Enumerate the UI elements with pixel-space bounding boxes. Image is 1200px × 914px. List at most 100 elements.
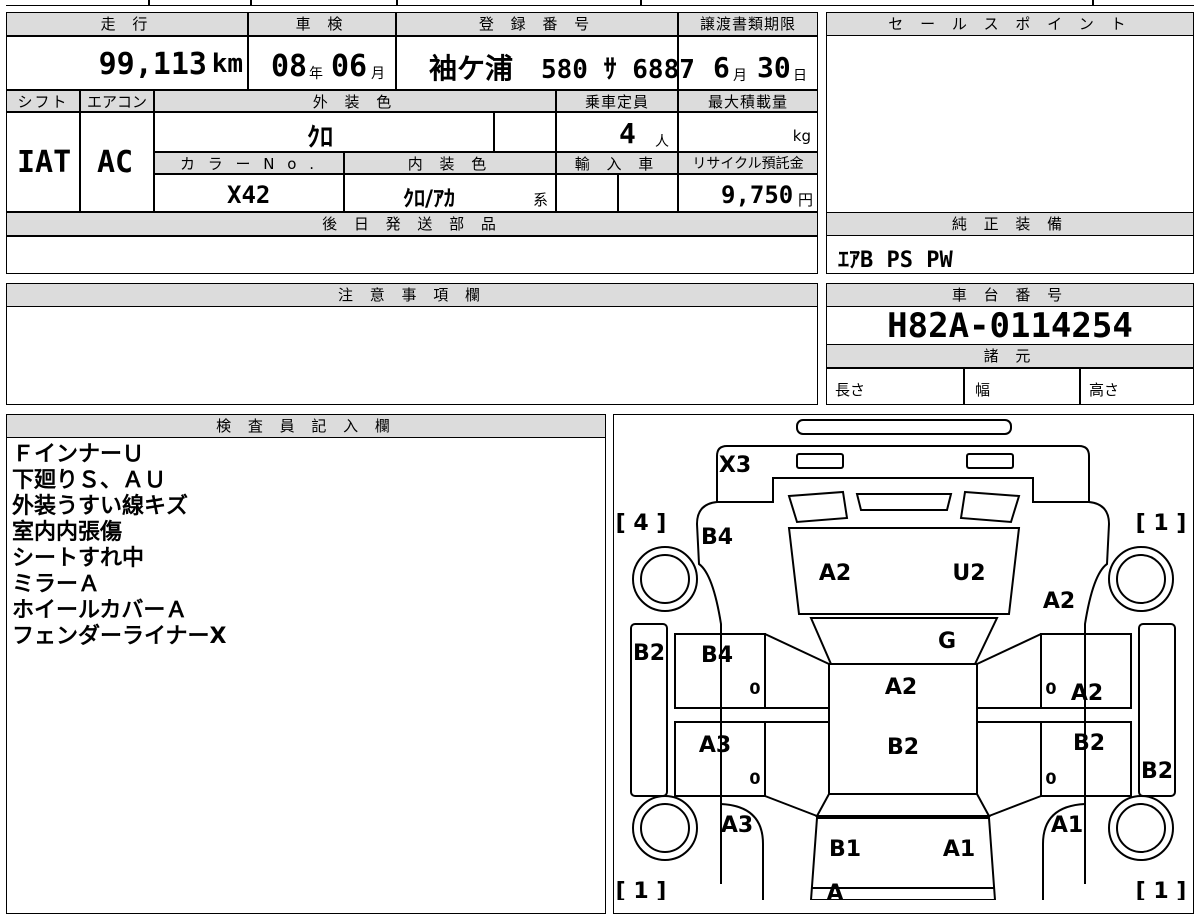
later-parts-header: 後 日 発 送 部 品 <box>6 212 818 236</box>
mark-hood-left: A2 <box>819 561 851 586</box>
headlight-right <box>959 490 1021 524</box>
inspector-note: シートすれ中 <box>12 546 145 571</box>
inspector-note: ＦインナーＵ <box>12 442 145 467</box>
tire-front-right <box>1108 546 1174 612</box>
top-strip <box>6 0 1194 6</box>
mark-front-right-fender: A2 <box>1043 589 1075 614</box>
interior-color-cell: ｸﾛ/ｱｶ 系 <box>344 174 556 212</box>
inspection-year: 08 <box>271 49 308 84</box>
sales-point-header: セ ー ル ス ポ イ ン ト <box>826 12 1194 36</box>
transfer-month-unit: 月 <box>733 68 747 84</box>
mileage-unit: km <box>211 49 243 79</box>
mark-rear-right-door: B2 <box>1073 731 1105 756</box>
registration-place: 袖ケ浦 <box>429 52 514 85</box>
exterior-color-value: ｸﾛ <box>307 123 334 153</box>
door-zero-mark: 0 <box>1045 679 1056 698</box>
import-cell-right <box>618 174 678 212</box>
mark-front-right-door: A2 <box>1071 681 1103 706</box>
genuine-equipment-header: 純 正 装 備 <box>826 212 1194 236</box>
inspection-cell: 08 年 06 月 <box>248 36 396 90</box>
shift-header: シフト <box>6 90 80 112</box>
aircon-value: AC <box>97 145 134 180</box>
mark-rear-left-door: A3 <box>699 733 731 758</box>
genuine-equipment-value: ｴｱB PS PW <box>838 248 953 273</box>
interior-color-value: ｸﾛ/ｱｶ <box>403 187 456 212</box>
mileage-header: 走 行 <box>6 12 248 36</box>
chassis-number: H82A-0114254 <box>887 306 1133 346</box>
car-diagram: [ 4 ] [ 1 ] [ 1 ] [ 1 ] X3 B4 A2 U2 A2 B… <box>616 419 1187 900</box>
color-no-value: X42 <box>227 181 271 209</box>
tire-label-front-right: [ 1 ] <box>1136 511 1187 536</box>
chassis-header: 車 台 番 号 <box>826 283 1194 307</box>
tire-label-front-left: [ 4 ] <box>616 511 667 536</box>
inspector-notes: ＦインナーＵ 下廻りＳ、ＡＵ 外装うすい線キズ 室内内張傷 シートすれ中 ミラー… <box>12 442 227 650</box>
mark-roof-rear: B2 <box>887 735 919 760</box>
import-header: 輸 入 車 <box>556 152 678 174</box>
mark-rear-left-fender: A3 <box>721 813 753 838</box>
mark-trunk-right: A1 <box>943 837 975 862</box>
inspector-note: ホイールカバーＡ <box>12 598 188 623</box>
mark-front-bumper: X3 <box>719 453 751 478</box>
transfer-day-unit: 日 <box>793 68 807 84</box>
inspector-note: フェンダーライナーX <box>12 624 227 649</box>
capacity-value: 4 <box>619 117 636 150</box>
shift-cell: IAT <box>6 112 80 212</box>
top-strip-divider <box>640 0 642 6</box>
door-zero-mark: 0 <box>749 769 760 788</box>
transfer-deadline-cell: 6 月 30 日 <box>678 36 818 90</box>
fog-lamp-right <box>966 453 1014 469</box>
tire-rear-left <box>632 795 698 861</box>
capacity-header: 乗車定員 <box>556 90 678 112</box>
top-strip-divider <box>148 0 150 6</box>
recycle-cell: 9,750 円 <box>678 174 818 212</box>
shift-value: IAT <box>17 145 72 180</box>
caution-header: 注 意 事 項 欄 <box>6 283 818 307</box>
max-load-header: 最大積載量 <box>678 90 818 112</box>
door-zero-mark: 0 <box>1045 769 1056 788</box>
import-cell-left <box>556 174 618 212</box>
registration-cell: 袖ケ浦 580 ｻ 6887 <box>396 36 695 90</box>
inspection-month-unit: 月 <box>371 66 385 82</box>
spec-height-label: 高さ <box>1089 381 1120 399</box>
exterior-color-extra-cell <box>494 112 556 152</box>
grille <box>855 493 953 511</box>
mark-rear-right-fender: A1 <box>1051 813 1083 838</box>
max-load-cell: kg <box>678 112 818 152</box>
inspector-note: 外装うすい線キズ <box>12 494 189 519</box>
windshield <box>809 617 999 665</box>
transfer-deadline-header: 譲渡書類期限 <box>678 12 818 36</box>
inspector-note: 室内内張傷 <box>12 520 123 545</box>
aircon-header: エアコン <box>80 90 154 112</box>
later-parts-cell <box>6 236 818 274</box>
recycle-unit: 円 <box>797 191 813 209</box>
registration-header: 登 録 番 号 <box>396 12 678 36</box>
registration-number: 580 ｻ 6887 <box>541 55 695 85</box>
inspection-year-unit: 年 <box>309 66 323 82</box>
tire-label-rear-right: [ 1 ] <box>1136 879 1187 900</box>
mark-windshield: G <box>938 629 956 654</box>
spec-height-cell: 高さ <box>1080 368 1194 405</box>
transfer-month: 6 <box>713 51 730 84</box>
color-no-cell: X42 <box>154 174 344 212</box>
rear-window <box>815 793 991 817</box>
spec-width-cell: 幅 <box>964 368 1080 405</box>
mark-rear-bumper: A <box>826 881 843 900</box>
inspection-month: 06 <box>331 49 368 84</box>
capacity-unit: 人 <box>655 134 669 150</box>
top-strip-divider <box>250 0 252 6</box>
specs-header: 諸 元 <box>826 344 1194 368</box>
mark-front-left-fender: B4 <box>701 525 733 550</box>
fog-lamp-left <box>796 453 844 469</box>
front-bumper-bar <box>796 419 1012 435</box>
tire-rear-right <box>1108 795 1174 861</box>
transfer-day: 30 <box>757 51 791 84</box>
recycle-header: リサイクル預託金 <box>678 152 818 174</box>
recycle-value: 9,750 <box>721 181 794 209</box>
spec-length-cell: 長さ <box>826 368 964 405</box>
top-strip-divider <box>396 0 398 6</box>
aircon-cell: AC <box>80 112 154 212</box>
mark-front-left-door: B4 <box>701 643 733 668</box>
spec-width-label: 幅 <box>975 381 991 399</box>
interior-color-suffix: 系 <box>533 191 549 209</box>
exterior-color-cell: ｸﾛ <box>154 112 494 153</box>
